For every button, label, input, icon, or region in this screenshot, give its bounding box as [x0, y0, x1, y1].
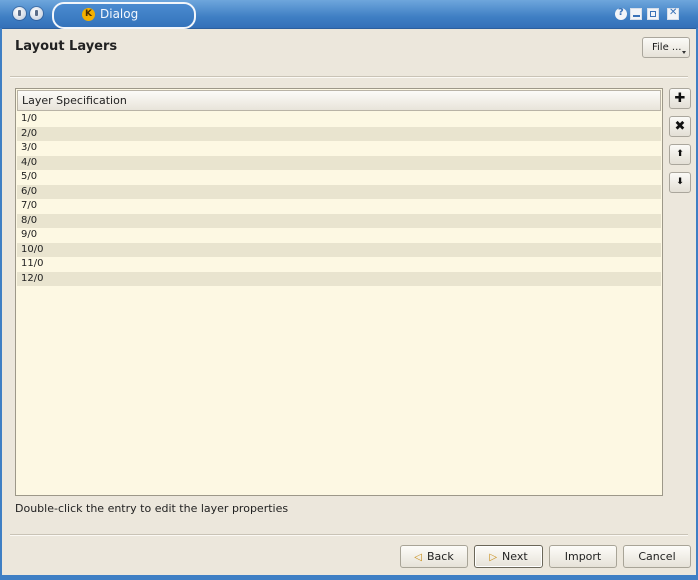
- window-title-tab[interactable]: K Dialog: [52, 2, 196, 29]
- title-bar: K Dialog: [0, 0, 698, 29]
- import-button[interactable]: Import: [549, 545, 617, 568]
- layer-table[interactable]: Layer Specification 1/0 2/0 3/0 4/0 5/0 …: [15, 88, 663, 496]
- next-button-label: Next: [502, 550, 528, 563]
- cancel-button-label: Cancel: [638, 550, 676, 563]
- minimize-icon[interactable]: [630, 8, 642, 20]
- window-frame-left: [0, 28, 2, 580]
- table-row[interactable]: 4/0: [17, 155, 661, 170]
- arrow-left-icon: ◁: [414, 552, 422, 563]
- arrow-up-icon: ⬆: [676, 149, 684, 159]
- table-row[interactable]: 9/0: [17, 228, 661, 243]
- column-header-layer-specification[interactable]: Layer Specification: [17, 90, 661, 111]
- table-body: 1/0 2/0 3/0 4/0 5/0 6/0 7/0 8/0 9/0 10/0…: [16, 112, 662, 286]
- header-separator: [10, 76, 688, 77]
- footer-separator: [10, 534, 688, 535]
- table-row[interactable]: 8/0: [17, 213, 661, 228]
- add-layer-button[interactable]: ✚: [669, 88, 691, 109]
- table-row[interactable]: 5/0: [17, 170, 661, 185]
- sticky-icon[interactable]: [30, 7, 43, 20]
- table-row[interactable]: 3/0: [17, 141, 661, 156]
- window-menu-icon[interactable]: [13, 7, 26, 20]
- move-up-button[interactable]: ⬆: [669, 144, 691, 165]
- table-row[interactable]: 2/0: [17, 126, 661, 141]
- page-title: Layout Layers: [15, 39, 118, 54]
- cancel-button[interactable]: Cancel: [623, 545, 691, 568]
- remove-layer-button[interactable]: ✖: [669, 116, 691, 137]
- arrow-down-icon: ⬇: [676, 177, 684, 187]
- file-button[interactable]: File ...: [642, 37, 690, 58]
- dropdown-caret-icon: [682, 51, 686, 54]
- table-row[interactable]: 6/0: [17, 184, 661, 199]
- app-logo-icon: K: [82, 8, 95, 21]
- close-icon[interactable]: [667, 7, 679, 20]
- table-row[interactable]: 12/0: [17, 271, 661, 286]
- plus-icon: ✚: [674, 91, 686, 106]
- table-row[interactable]: 10/0: [17, 242, 661, 257]
- back-button[interactable]: ◁ Back: [400, 545, 468, 568]
- table-row[interactable]: 7/0: [17, 199, 661, 214]
- table-row[interactable]: 1/0: [17, 112, 661, 127]
- next-button[interactable]: ▷ Next: [474, 545, 543, 568]
- back-button-label: Back: [426, 550, 454, 563]
- window-title: Dialog: [100, 7, 139, 21]
- delete-icon: ✖: [674, 119, 686, 134]
- maximize-icon[interactable]: [647, 8, 659, 20]
- import-button-label: Import: [564, 550, 602, 563]
- move-down-button[interactable]: ⬇: [669, 172, 691, 193]
- help-icon[interactable]: [615, 7, 627, 20]
- file-button-label: File ...: [652, 42, 682, 53]
- arrow-right-icon: ▷: [489, 552, 498, 563]
- window-frame-bottom: [0, 575, 698, 580]
- hint-text: Double-click the entry to edit the layer…: [15, 502, 289, 515]
- table-row[interactable]: 11/0: [17, 257, 661, 272]
